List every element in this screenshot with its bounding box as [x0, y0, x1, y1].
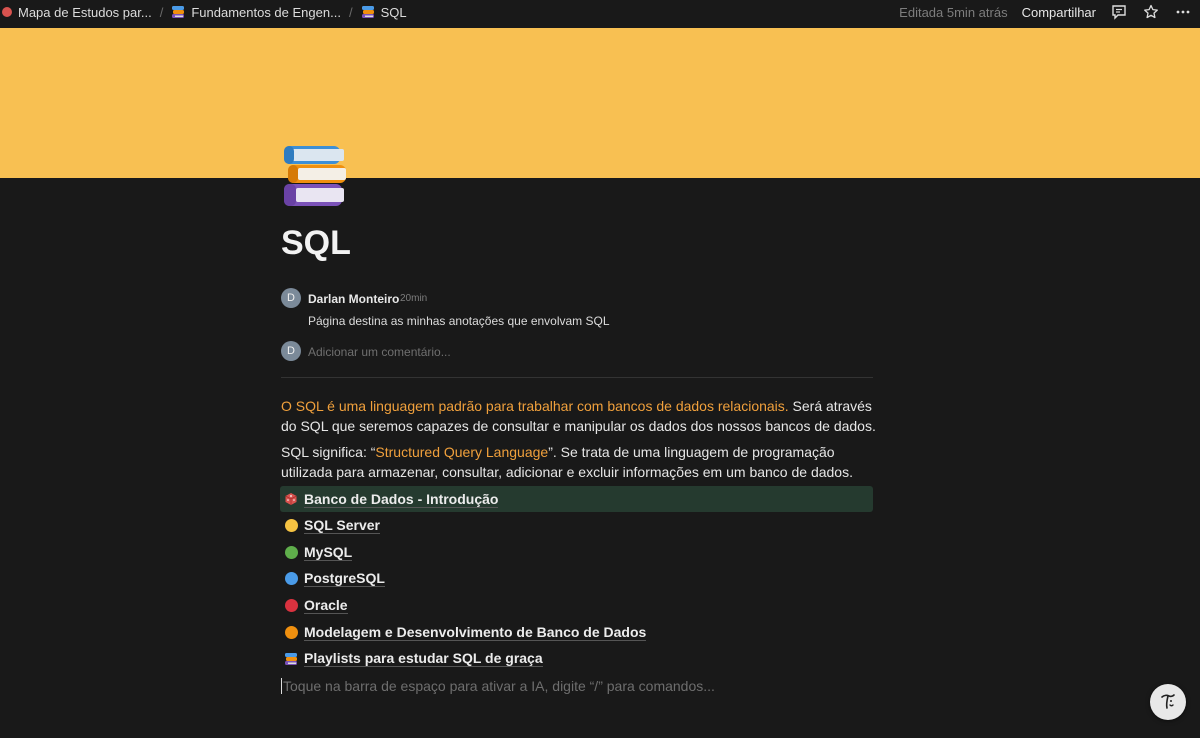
page-link-modelagem[interactable]: Modelagem e Desenvolvimento de Banco de …	[280, 619, 873, 646]
page-link-label: Banco de Dados - Introdução	[304, 490, 499, 508]
page-links-list: Banco de Dados - Introdução SQL Server M…	[280, 486, 873, 672]
page-link-oracle[interactable]: Oracle	[280, 592, 873, 619]
top-bar: Mapa de Estudos par... / Fundamentos de …	[0, 0, 1200, 24]
notion-ai-face-icon	[1161, 694, 1175, 709]
block-input[interactable]: Toque na barra de espaço para ativar a I…	[281, 678, 715, 694]
books-icon[interactable]	[282, 144, 348, 208]
red-circle-icon	[285, 598, 298, 612]
page-link-banco-de-dados[interactable]: Banco de Dados - Introdução	[280, 486, 873, 512]
highlighted-text: Structured Query Language	[375, 444, 549, 460]
breadcrumb-item-mapa[interactable]: Mapa de Estudos par...	[0, 5, 158, 20]
books-icon	[285, 652, 297, 665]
avatar: D	[281, 288, 301, 308]
breadcrumb-label: Fundamentos de Engen...	[191, 4, 341, 20]
yellow-circle-icon	[285, 518, 298, 532]
divider	[281, 377, 873, 378]
page-title[interactable]: SQL	[281, 224, 351, 263]
page-link-postgresql[interactable]: PostgreSQL	[280, 565, 873, 592]
paragraph-text: SQL significa: “	[281, 444, 376, 460]
page-link-label: Playlists para estudar SQL de graça	[304, 650, 543, 668]
page-link-label: MySQL	[304, 543, 353, 561]
highlighted-text: O SQL é uma linguagem padrão para trabal…	[281, 398, 789, 414]
block-placeholder: Toque na barra de espaço para ativar a I…	[283, 678, 715, 694]
breadcrumb-separator: /	[348, 4, 353, 20]
page-link-label: PostgreSQL	[304, 570, 385, 588]
breadcrumb-item-sql[interactable]: SQL	[355, 5, 413, 20]
star-icon[interactable]	[1142, 3, 1160, 21]
green-circle-icon	[285, 545, 298, 559]
breadcrumb-separator: /	[159, 4, 164, 20]
breadcrumb-item-fundamentos[interactable]: Fundamentos de Engen...	[165, 5, 347, 20]
books-icon	[361, 6, 374, 18]
page-link-label: Modelagem e Desenvolvimento de Banco de …	[304, 623, 647, 641]
more-options-icon[interactable]	[1174, 3, 1192, 21]
paragraph-intro[interactable]: O SQL é uma linguagem padrão para trabal…	[281, 396, 881, 436]
comment-time: 20min	[400, 293, 428, 304]
breadcrumb-label: Mapa de Estudos par...	[18, 4, 152, 20]
page-link-label: Oracle	[304, 596, 348, 614]
breadcrumb-label: SQL	[380, 4, 407, 20]
text-caret	[281, 678, 282, 694]
help-button[interactable]	[1150, 684, 1186, 720]
share-button[interactable]: Compartilhar	[1022, 5, 1096, 20]
comment-text: Página destina as minhas anotações que e…	[308, 314, 610, 328]
orange-circle-icon	[285, 625, 298, 639]
page-link-mysql[interactable]: MySQL	[280, 539, 873, 566]
paragraph-definition[interactable]: SQL significa: “Structured Query Languag…	[281, 442, 881, 482]
edited-timestamp: Editada 5min atrás	[899, 4, 1008, 20]
breadcrumb: Mapa de Estudos par... / Fundamentos de …	[0, 5, 413, 20]
blue-circle-icon	[285, 572, 298, 586]
comments-icon[interactable]	[1110, 3, 1128, 21]
dice-icon	[285, 493, 297, 505]
page-link-playlists[interactable]: Playlists para estudar SQL de graça	[280, 645, 873, 672]
page-link-sql-server[interactable]: SQL Server	[280, 512, 873, 539]
page-link-label: SQL Server	[304, 516, 381, 534]
avatar: D	[281, 341, 301, 361]
page-cover[interactable]	[0, 28, 1200, 178]
comment-author: Darlan Monteiro	[308, 292, 400, 306]
books-icon	[172, 6, 185, 18]
red-circle-icon	[2, 7, 12, 17]
add-comment-input[interactable]: Adicionar um comentário...	[308, 345, 451, 359]
